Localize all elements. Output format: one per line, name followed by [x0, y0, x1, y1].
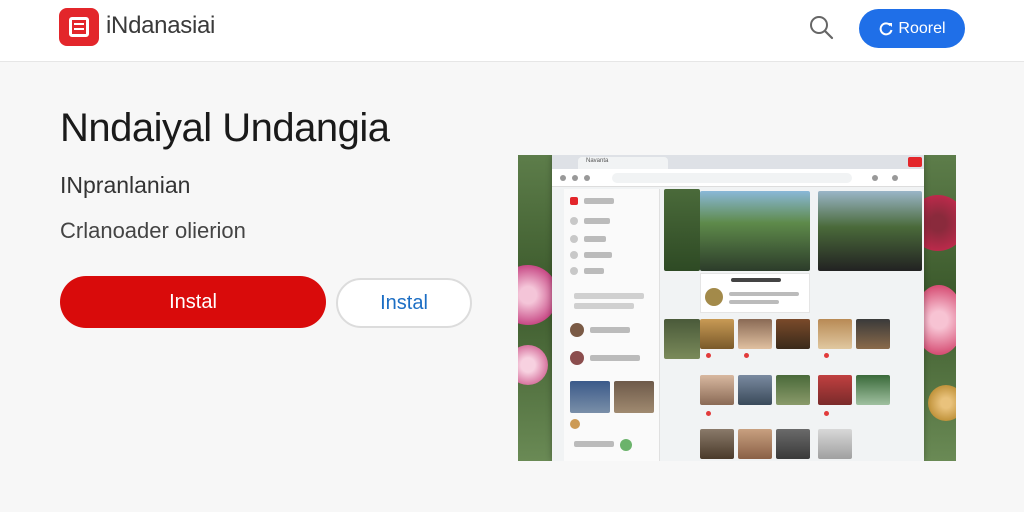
sidebar-row — [574, 303, 634, 309]
thumb-photo — [856, 375, 890, 405]
feed-photo-person — [818, 191, 922, 271]
refresh-icon — [880, 21, 893, 35]
like-icon — [824, 411, 829, 416]
sidebar-icon — [570, 251, 578, 259]
sidebar-row — [584, 236, 606, 242]
thumb-photo — [776, 319, 810, 349]
header-action-button[interactable]: Roorel — [859, 9, 965, 48]
preview-feed — [700, 189, 924, 461]
thumb-photo — [738, 319, 772, 349]
logo-glyph — [69, 17, 89, 37]
thumb-photo — [856, 319, 890, 349]
sidebar-row — [590, 327, 630, 333]
post-line — [729, 300, 779, 304]
sidebar-icon — [570, 267, 578, 275]
sidebar-row — [584, 218, 610, 224]
top-header: iNdanasiai Roorel — [0, 0, 1024, 62]
address-field — [612, 173, 852, 183]
avatar — [570, 419, 580, 429]
feed-photo-man-hat — [700, 191, 810, 271]
thumb-photo — [700, 375, 734, 405]
avatar — [570, 351, 584, 365]
sidebar-row — [584, 252, 612, 258]
sidebar-row — [590, 355, 640, 361]
avatar — [620, 439, 632, 451]
preview-sidebar — [564, 189, 660, 461]
page-description: Crlanoader olierion — [60, 218, 246, 243]
like-icon — [824, 353, 829, 358]
thumb-photo — [738, 375, 772, 405]
feed-photo — [664, 189, 700, 271]
thumb-photo — [776, 429, 810, 459]
post-title-line — [731, 278, 781, 282]
browser-tabbar: Navanta — [552, 155, 924, 169]
sidebar-photo — [570, 381, 610, 413]
feed-photo — [664, 319, 700, 359]
sidebar-row — [584, 268, 604, 274]
search-icon[interactable] — [808, 14, 834, 40]
browser-window: Navanta — [552, 155, 924, 461]
sidebar-icon — [570, 235, 578, 243]
flower-decoration — [518, 345, 548, 385]
thumb-photo — [700, 429, 734, 459]
sidebar-row — [584, 198, 614, 204]
sidebar-icon — [570, 217, 578, 225]
like-icon — [744, 353, 749, 358]
avatar — [705, 288, 723, 306]
post-line — [729, 292, 799, 296]
sidebar-photo — [614, 381, 654, 413]
header-action-label: Roorel — [898, 19, 946, 37]
thumb-photo — [738, 429, 772, 459]
page-subtitle: INpranlanian — [60, 172, 191, 198]
app-preview-image: Navanta — [518, 155, 956, 461]
post-card — [700, 273, 810, 313]
reload-icon — [584, 175, 590, 181]
extension-icon — [872, 175, 878, 181]
forward-icon — [572, 175, 578, 181]
sidebar-logo-icon — [570, 197, 578, 205]
thumb-photo — [776, 375, 810, 405]
sidebar-row — [574, 441, 614, 447]
browser-address-bar — [552, 169, 924, 187]
flower-decoration — [928, 385, 956, 421]
avatar — [570, 323, 584, 337]
browser-tab-label: Navanta — [586, 158, 609, 164]
thumb-photo — [818, 375, 852, 405]
menu-icon — [892, 175, 898, 181]
page-title: Nndaiyal Undangia — [60, 106, 390, 150]
thumb-photo — [700, 319, 734, 349]
install-button-primary[interactable]: Instal — [60, 276, 326, 328]
thumb-photo — [818, 429, 852, 459]
brand-name[interactable]: iNdanasiai — [106, 12, 215, 40]
back-icon — [560, 175, 566, 181]
browser-close-icon — [908, 157, 922, 167]
thumb-photo — [818, 319, 852, 349]
sidebar-row — [574, 293, 644, 299]
browser-tab: Navanta — [578, 157, 668, 169]
like-icon — [706, 411, 711, 416]
app-logo-icon[interactable] — [59, 8, 99, 46]
like-icon — [706, 353, 711, 358]
install-button-secondary[interactable]: Instal — [336, 278, 472, 328]
